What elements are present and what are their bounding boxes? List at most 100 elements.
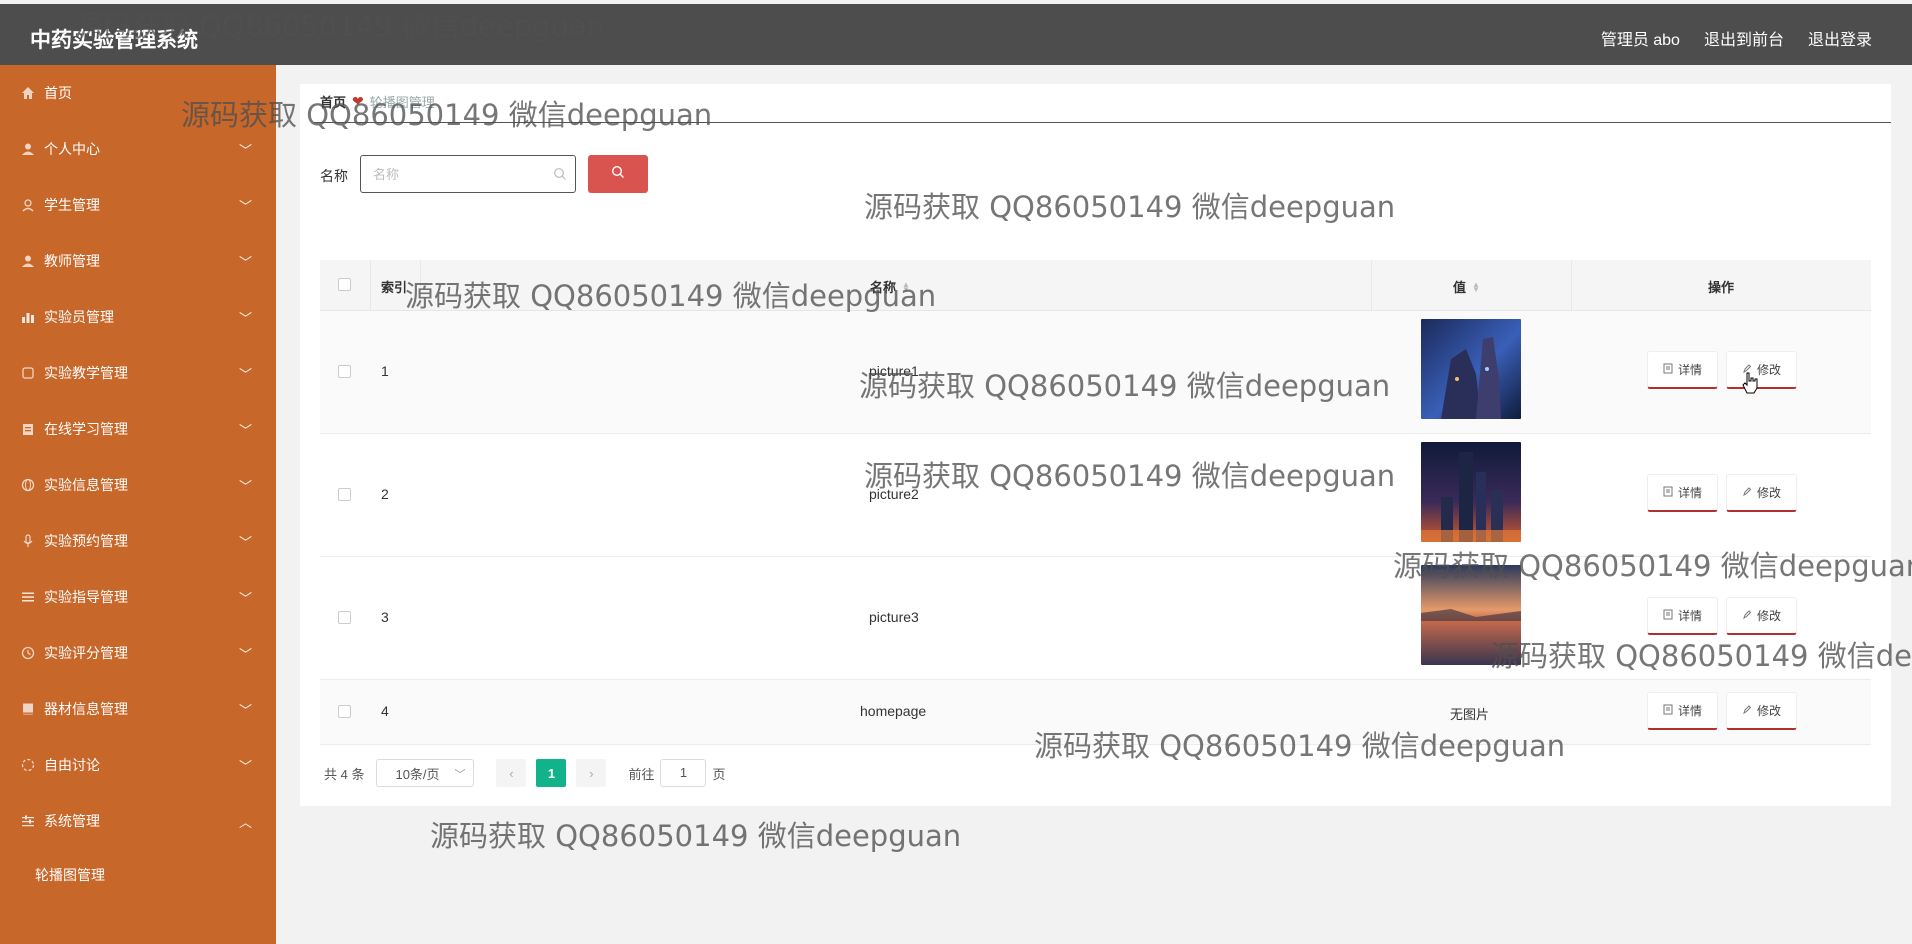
chevron-down-icon: ﹀ xyxy=(454,769,466,781)
sidebar-item-label: 系统管理 xyxy=(44,813,100,829)
sidebar-subitem-carousel[interactable]: 轮播图管理 xyxy=(35,865,105,885)
sidebar-item-students[interactable]: 学生管理 ﹀ xyxy=(0,187,276,223)
document-icon xyxy=(1663,486,1673,500)
detail-button[interactable]: 详情 xyxy=(1647,597,1718,635)
sidebar-item-discussion[interactable]: 自由讨论 ﹀ xyxy=(0,747,276,783)
sidebar-item-lab-teaching[interactable]: 实验教学管理 ﹀ xyxy=(0,355,276,391)
bar-chart-icon xyxy=(20,309,36,325)
header-name[interactable]: 名称 ▲ ▼ xyxy=(870,277,910,296)
sidebar-item-lab-scoring[interactable]: 实验评分管理 ﹀ xyxy=(0,635,276,671)
pagination: 共 4 条 10条/页 ﹀ ‹ 1 › 前往 1 页 xyxy=(324,759,726,787)
briefcase-icon xyxy=(20,421,36,437)
mic-icon xyxy=(20,533,36,549)
edit-button[interactable]: 修改 xyxy=(1726,351,1797,389)
chevron-right-icon: › xyxy=(589,765,594,781)
sidebar-item-profile[interactable]: 个人中心 ﹀ xyxy=(0,131,276,167)
sidebar-item-label: 在线学习管理 xyxy=(44,421,128,437)
search-icon xyxy=(611,165,625,184)
select-all-checkbox[interactable] xyxy=(338,278,351,291)
sidebar-item-label: 实验指导管理 xyxy=(44,589,128,605)
breadcrumb-home[interactable]: 首页 xyxy=(320,92,346,111)
row-index: 1 xyxy=(381,363,389,379)
sidebar-item-lab-booking[interactable]: 实验预约管理 ﹀ xyxy=(0,523,276,559)
admin-user-label[interactable]: 管理员 abo xyxy=(1601,26,1680,50)
sidebar-item-teachers[interactable]: 教师管理 ﹀ xyxy=(0,243,276,279)
row-name: picture2 xyxy=(869,486,919,502)
search-input[interactable] xyxy=(361,156,555,192)
search-button[interactable] xyxy=(588,155,648,193)
page-size-value: 10条/页 xyxy=(395,766,440,782)
pencil-icon xyxy=(1742,704,1752,718)
edit-label: 修改 xyxy=(1756,486,1781,500)
sidebar-item-online-learning[interactable]: 在线学习管理 ﹀ xyxy=(0,411,276,447)
back-to-front-link[interactable]: 退出到前台 xyxy=(1704,26,1784,50)
detail-button[interactable]: 详情 xyxy=(1647,474,1718,512)
pencil-icon xyxy=(1742,609,1752,623)
sidebar-item-label: 学生管理 xyxy=(44,197,100,213)
chevron-up-icon: ︿ xyxy=(238,814,252,830)
detail-button[interactable]: 详情 xyxy=(1647,351,1718,389)
row-index: 4 xyxy=(381,703,389,719)
watermark-text: 源码获取 QQ86050149 微信deepguan xyxy=(430,819,962,853)
clock-icon xyxy=(20,645,36,661)
sidebar-item-system[interactable]: 系统管理 ︿ xyxy=(0,803,276,839)
chevron-down-icon: ﹀ xyxy=(238,422,252,438)
table-row: 1 picture1 详情 修改 xyxy=(320,311,1871,434)
search-field xyxy=(360,155,576,193)
sidebar-item-label: 自由讨论 xyxy=(44,757,100,773)
sidebar-item-equipment[interactable]: 器材信息管理 ﹀ xyxy=(0,691,276,727)
goto-label: 前往 xyxy=(628,766,655,782)
detail-label: 详情 xyxy=(1677,609,1702,623)
row-checkbox[interactable] xyxy=(338,705,351,718)
search-icon xyxy=(553,167,567,186)
hand-cursor-icon xyxy=(1741,372,1759,399)
header-index: 索引 xyxy=(381,280,408,295)
sort-icon: ▲ ▼ xyxy=(902,279,910,294)
header-value[interactable]: 值 ▲ ▼ xyxy=(1453,277,1480,296)
loading-icon xyxy=(20,757,36,773)
edit-button[interactable]: 修改 xyxy=(1726,474,1797,512)
detail-button[interactable]: 详情 xyxy=(1647,692,1718,730)
row-checkbox[interactable] xyxy=(338,365,351,378)
sidebar-item-lab-guidance[interactable]: 实验指导管理 ﹀ xyxy=(0,579,276,615)
sidebar-item-lab-staff[interactable]: 实验员管理 ﹀ xyxy=(0,299,276,335)
sidebar-item-label: 器材信息管理 xyxy=(44,701,128,717)
edit-button[interactable]: 修改 xyxy=(1726,597,1797,635)
sidebar-item-label: 实验预约管理 xyxy=(44,533,128,549)
goto-page-input[interactable]: 1 xyxy=(660,759,707,787)
chevron-down-icon: ﹀ xyxy=(238,646,252,662)
header-actions: 操作 xyxy=(1708,280,1735,295)
chevron-down-icon: ﹀ xyxy=(238,198,252,214)
detail-label: 详情 xyxy=(1677,704,1702,718)
table-row: 4 homepage 无图片 详情 修改 xyxy=(320,680,1871,745)
prev-page-button[interactable]: ‹ xyxy=(496,759,527,787)
page-number-button[interactable]: 1 xyxy=(536,759,567,787)
chevron-left-icon: ‹ xyxy=(509,765,514,781)
user-icon xyxy=(20,141,36,157)
home-icon xyxy=(20,85,36,101)
edit-button[interactable]: 修改 xyxy=(1726,692,1797,730)
next-page-button[interactable]: › xyxy=(576,759,607,787)
sidebar-item-label: 实验员管理 xyxy=(44,309,114,325)
logout-link[interactable]: 退出登录 xyxy=(1808,26,1872,50)
row-thumbnail[interactable] xyxy=(1421,442,1521,542)
row-name: homepage xyxy=(860,703,927,719)
row-checkbox[interactable] xyxy=(338,488,351,501)
copy-icon xyxy=(20,365,36,381)
header-value-label: 值 xyxy=(1453,280,1467,295)
edit-label: 修改 xyxy=(1756,363,1781,377)
row-thumbnail[interactable] xyxy=(1421,565,1521,665)
sidebar-item-label: 实验信息管理 xyxy=(44,477,128,493)
page-size-select[interactable]: 10条/页 ﹀ xyxy=(376,759,475,787)
row-index: 2 xyxy=(381,486,389,502)
student-icon xyxy=(20,197,36,213)
row-checkbox[interactable] xyxy=(338,611,351,624)
row-thumbnail[interactable] xyxy=(1421,319,1521,419)
sidebar-item-lab-info[interactable]: 实验信息管理 ﹀ xyxy=(0,467,276,503)
globe-icon xyxy=(20,477,36,493)
detail-label: 详情 xyxy=(1677,486,1702,500)
sidebar-item-label: 实验教学管理 xyxy=(44,365,128,381)
sidebar-item-label: 首页 xyxy=(44,85,72,101)
header-name-label: 名称 xyxy=(870,280,897,295)
sidebar-item-home[interactable]: 首页 xyxy=(0,75,276,111)
